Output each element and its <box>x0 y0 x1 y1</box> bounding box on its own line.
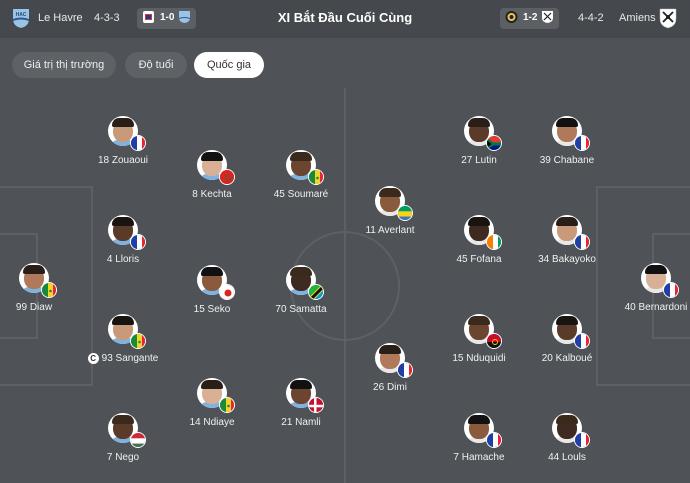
tab-nationality[interactable]: Quốc gia <box>194 52 264 78</box>
away-formation: 4-4-2 <box>578 12 604 24</box>
player-name: 34 Bakayoko <box>538 254 596 265</box>
match-header: HAC Le Havre 4-3-3 1-0 XI Bắt Đầu Cuối C… <box>0 0 690 38</box>
player-name: 99 Diaw <box>16 302 52 313</box>
denmark-flag-icon <box>308 397 324 413</box>
player-label: 99 Diaw <box>15 302 53 313</box>
player-name: 11 Averlant <box>365 225 414 236</box>
player-label: 44 Louls <box>548 452 586 463</box>
hungary-flag-icon <box>130 432 146 448</box>
player-name: 21 Namli <box>281 417 320 428</box>
player-name: 14 Ndiaye <box>189 417 234 428</box>
player-name: 8 Kechta <box>192 189 231 200</box>
player-label: 15 Nduquidi <box>452 353 506 364</box>
amiens-mini-crest-icon <box>542 11 553 23</box>
japan-flag-icon <box>219 284 235 300</box>
france-flag-icon <box>130 135 146 151</box>
ivory-coast-flag-icon <box>486 234 502 250</box>
player-name: 20 Kalboué <box>542 353 593 364</box>
south-africa-flag-icon <box>486 135 502 151</box>
tab-age[interactable]: Độ tuổi <box>125 52 187 78</box>
player-label: 70 Samatta <box>275 304 327 315</box>
player-name: 15 Seko <box>194 304 231 315</box>
player-label: 21 Namli <box>281 417 321 428</box>
player-label: 7 Nego <box>106 452 140 463</box>
france-flag-icon <box>574 333 590 349</box>
tanzania-flag-icon <box>308 284 324 300</box>
france-flag-icon <box>397 362 413 378</box>
player-name: 45 Soumaré <box>274 189 328 200</box>
senegal-flag-icon <box>308 169 324 185</box>
player-label: 27 Lutin <box>461 155 497 166</box>
player-label: 18 Zouaoui <box>97 155 149 166</box>
france-flag-icon <box>130 234 146 250</box>
player-name: C 93 Sangante <box>87 353 159 364</box>
captain-badge-icon: C <box>87 353 99 364</box>
opponent-crest-icon <box>505 11 518 23</box>
player-name: 7 Hamache <box>453 452 504 463</box>
player-name: 18 Zouaoui <box>98 155 148 166</box>
player-label: 7 Hamache <box>453 452 505 463</box>
player-label: 8 Kechta <box>192 189 232 200</box>
angola-flag-icon <box>486 333 502 349</box>
player-name: 70 Samatta <box>275 304 326 315</box>
player-name: 27 Lutin <box>461 155 497 166</box>
amiens-crest-icon[interactable] <box>658 7 678 29</box>
away-team-name[interactable]: Amiens <box>619 12 656 24</box>
right-score: 1-2 <box>523 12 538 23</box>
player-label: 39 Chabane <box>539 155 595 166</box>
gabon-flag-icon <box>397 205 413 221</box>
player-label: 45 Fofana <box>456 254 502 265</box>
senegal-flag-icon <box>130 333 146 349</box>
france-flag-icon <box>574 234 590 250</box>
player-label: 93 Sangante <box>101 353 159 364</box>
player-name: 39 Chabane <box>540 155 595 166</box>
player-label: 20 Kalboué <box>541 353 593 364</box>
player-label: 45 Soumaré <box>273 189 329 200</box>
france-flag-icon <box>574 432 590 448</box>
player-name: 15 Nduquidi <box>452 353 505 364</box>
france-flag-icon <box>574 135 590 151</box>
senegal-flag-icon <box>41 282 57 298</box>
player-name: 40 Bernardoni <box>625 302 688 313</box>
player-name: 7 Nego <box>107 452 139 463</box>
player-name: 44 Louls <box>548 452 586 463</box>
france-flag-icon <box>486 432 502 448</box>
player-label: 26 Dimi <box>373 382 407 393</box>
player-name: 26 Dimi <box>373 382 407 393</box>
morocco-flag-icon <box>219 169 235 185</box>
player-label: 4 Lloris <box>106 254 140 265</box>
france-flag-icon <box>663 282 679 298</box>
senegal-flag-icon <box>219 397 235 413</box>
player-name: 45 Fofana <box>456 254 501 265</box>
tab-market-value[interactable]: Giá trị thị trường <box>12 52 116 78</box>
player-name: 4 Lloris <box>107 254 139 265</box>
player-label: 14 Ndiaye <box>189 417 235 428</box>
player-label: 34 Bakayoko <box>538 254 596 265</box>
player-label: 15 Seko <box>193 304 231 315</box>
player-label: 11 Averlant <box>365 225 415 236</box>
player-label: 40 Bernardoni <box>624 302 688 313</box>
